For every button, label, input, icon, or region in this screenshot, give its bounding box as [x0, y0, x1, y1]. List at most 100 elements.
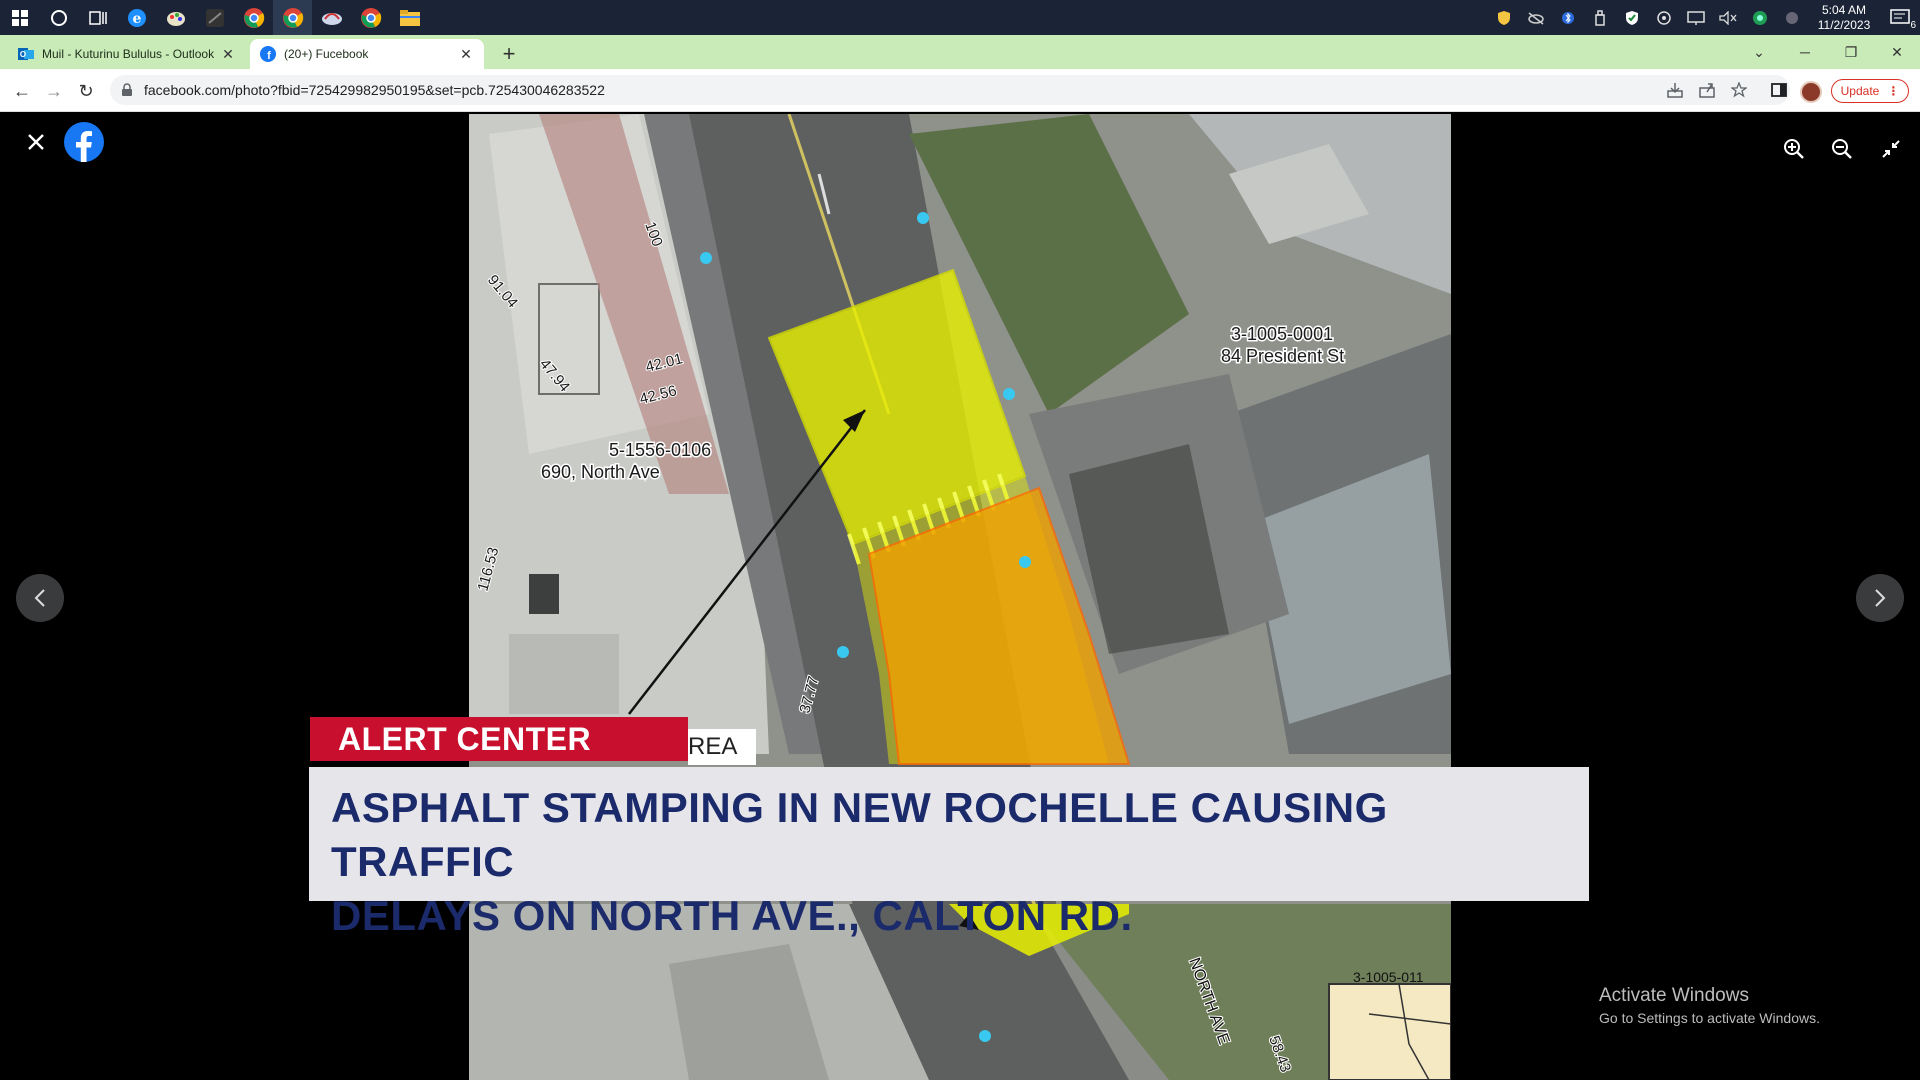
address-bar[interactable]: facebook.com/photo?fbid=725429982950195&… — [110, 75, 1790, 105]
tab-title: (20+) Fucebook — [284, 47, 369, 61]
svg-text:f: f — [267, 50, 271, 62]
reload-icon: ↻ — [78, 80, 94, 101]
tab-facebook[interactable]: f (20+) Fucebook ✕ — [250, 39, 484, 69]
tab-title: Muil - Kuturinu Bululus - Outlook — [42, 47, 215, 61]
chrome-icon — [282, 7, 303, 28]
arrow-left-icon: ← — [13, 80, 31, 101]
windows-logo-icon — [11, 9, 28, 26]
taskbar-edge-legacy[interactable]: e — [117, 0, 156, 35]
star-icon — [1731, 82, 1747, 98]
parcel-right-id: 3-1005-0001 — [1231, 324, 1333, 344]
news-headline-banner: ASPHALT STAMPING IN NEW ROCHELLE CAUSING… — [309, 767, 1589, 939]
close-icon — [28, 134, 44, 150]
new-tab-button[interactable]: + — [496, 41, 522, 67]
tray-cloud-off-icon[interactable] — [1520, 0, 1552, 35]
partial-parcel-label: 3-1005-011 — [1353, 969, 1424, 985]
restore-icon: ❐ — [1844, 43, 1858, 60]
exit-fullscreen-button[interactable] — [1876, 134, 1906, 164]
more-vertical-icon: ⋮ — [1887, 84, 1900, 98]
tray-bluetooth-icon[interactable] — [1552, 0, 1584, 35]
forward-button[interactable]: → — [40, 77, 68, 105]
url-text: facebook.com/photo?fbid=725429982950195&… — [144, 82, 605, 98]
profile-avatar[interactable] — [1800, 81, 1822, 103]
taskbar-chrome-1[interactable] — [234, 0, 273, 35]
arrow-right-icon: → — [45, 80, 63, 101]
side-panel-icon — [1771, 83, 1787, 97]
bookmark-button[interactable] — [1724, 75, 1754, 105]
previous-photo-button[interactable] — [16, 574, 64, 622]
close-icon: ✕ — [1891, 43, 1903, 60]
paint-icon — [166, 11, 185, 26]
chrome-icon — [243, 7, 264, 28]
tray-shield-icon[interactable] — [1488, 0, 1520, 35]
activate-title: Activate Windows — [1599, 985, 1749, 1006]
share-icon — [1699, 83, 1715, 98]
install-app-button[interactable] — [1660, 75, 1690, 105]
zoom-in-button[interactable] — [1779, 134, 1809, 164]
taskbar-chrome-3[interactable] — [351, 0, 390, 35]
internet-explorer-icon: e — [127, 8, 146, 27]
zoom-out-button[interactable] — [1827, 134, 1857, 164]
notification-center-button[interactable]: 6 — [1880, 0, 1920, 35]
minimize-button[interactable]: ─ — [1782, 35, 1828, 69]
back-button[interactable]: ← — [8, 77, 36, 105]
tray-sync-icon[interactable] — [1648, 0, 1680, 35]
partial-area-label: REA — [688, 729, 756, 765]
headline-line-1: ASPHALT STAMPING IN NEW ROCHELLE CAUSING… — [331, 784, 1388, 885]
close-window-button[interactable]: ✕ — [1874, 35, 1920, 69]
update-label: Update — [1840, 84, 1880, 98]
chevron-right-icon — [1875, 589, 1886, 607]
taskbar-app-dark[interactable] — [195, 0, 234, 35]
tray-usb-icon[interactable] — [1584, 0, 1616, 35]
browser-toolbar: ← → ↻ facebook.com/photo?fbid=7254299829… — [0, 69, 1920, 112]
reload-button[interactable]: ↻ — [72, 77, 100, 105]
restore-button[interactable]: ❐ — [1828, 35, 1874, 69]
tray-globe-icon[interactable] — [1744, 0, 1776, 35]
tray-volume-muted-icon[interactable] — [1712, 0, 1744, 35]
update-button[interactable]: Update ⋮ — [1831, 79, 1909, 103]
start-button[interactable] — [0, 0, 39, 35]
minimize-icon: ─ — [1800, 44, 1810, 60]
tab-close-icon[interactable]: ✕ — [220, 46, 236, 62]
tab-search-button[interactable]: ⌄ — [1736, 35, 1782, 69]
parcel-left-address: 690, North Ave — [541, 462, 660, 482]
collapse-icon — [1882, 140, 1900, 158]
taskbar-clock[interactable]: 5:04 AM 11/2/2023 — [1814, 3, 1874, 33]
folder-icon — [399, 9, 420, 26]
tray-security-icon[interactable] — [1616, 0, 1648, 35]
close-viewer-button[interactable] — [22, 128, 50, 156]
chevron-left-icon — [34, 589, 45, 607]
notification-icon — [1890, 8, 1910, 24]
svg-text:e: e — [132, 11, 141, 27]
tray-weather-icon[interactable] — [1776, 0, 1808, 35]
tab-outlook[interactable]: O Muil - Kuturinu Bululus - Outlook ✕ — [8, 39, 246, 69]
search-button[interactable] — [39, 0, 78, 35]
zoom-out-icon — [1832, 139, 1852, 159]
activate-windows-watermark: Activate Windows Go to Settings to activ… — [1599, 984, 1820, 1028]
facebook-logo-icon — [64, 122, 104, 162]
windows-taskbar: e 5:04 AM 11/2/2023 6 — [0, 0, 1920, 35]
notification-count: 6 — [1910, 20, 1916, 31]
task-view-button[interactable] — [78, 0, 117, 35]
headline-line-2: DELAYS ON NORTH AVE., CALTON RD. — [331, 892, 1133, 939]
next-photo-button[interactable] — [1856, 574, 1904, 622]
lock-icon — [122, 83, 132, 96]
facebook-logo-link[interactable] — [64, 122, 104, 162]
share-button[interactable] — [1692, 75, 1722, 105]
side-panel-button[interactable] — [1764, 75, 1794, 105]
parcel-right-address: 84 President St — [1221, 346, 1344, 366]
activate-subtitle: Go to Settings to activate Windows. — [1599, 1010, 1820, 1026]
taskbar-paint[interactable] — [156, 0, 195, 35]
facebook-icon: f — [260, 46, 276, 62]
app-icon — [205, 8, 224, 27]
taskbar-file-explorer[interactable] — [390, 0, 429, 35]
download-icon — [1667, 83, 1683, 98]
cloud-app-icon — [321, 12, 342, 25]
svg-text:O: O — [20, 50, 26, 59]
taskbar-chrome-2[interactable] — [273, 0, 312, 35]
tray-network-icon[interactable] — [1680, 0, 1712, 35]
zoom-in-icon — [1784, 139, 1804, 159]
plus-icon: + — [502, 41, 516, 66]
tab-close-icon[interactable]: ✕ — [458, 46, 474, 62]
taskbar-app-cloud[interactable] — [312, 0, 351, 35]
